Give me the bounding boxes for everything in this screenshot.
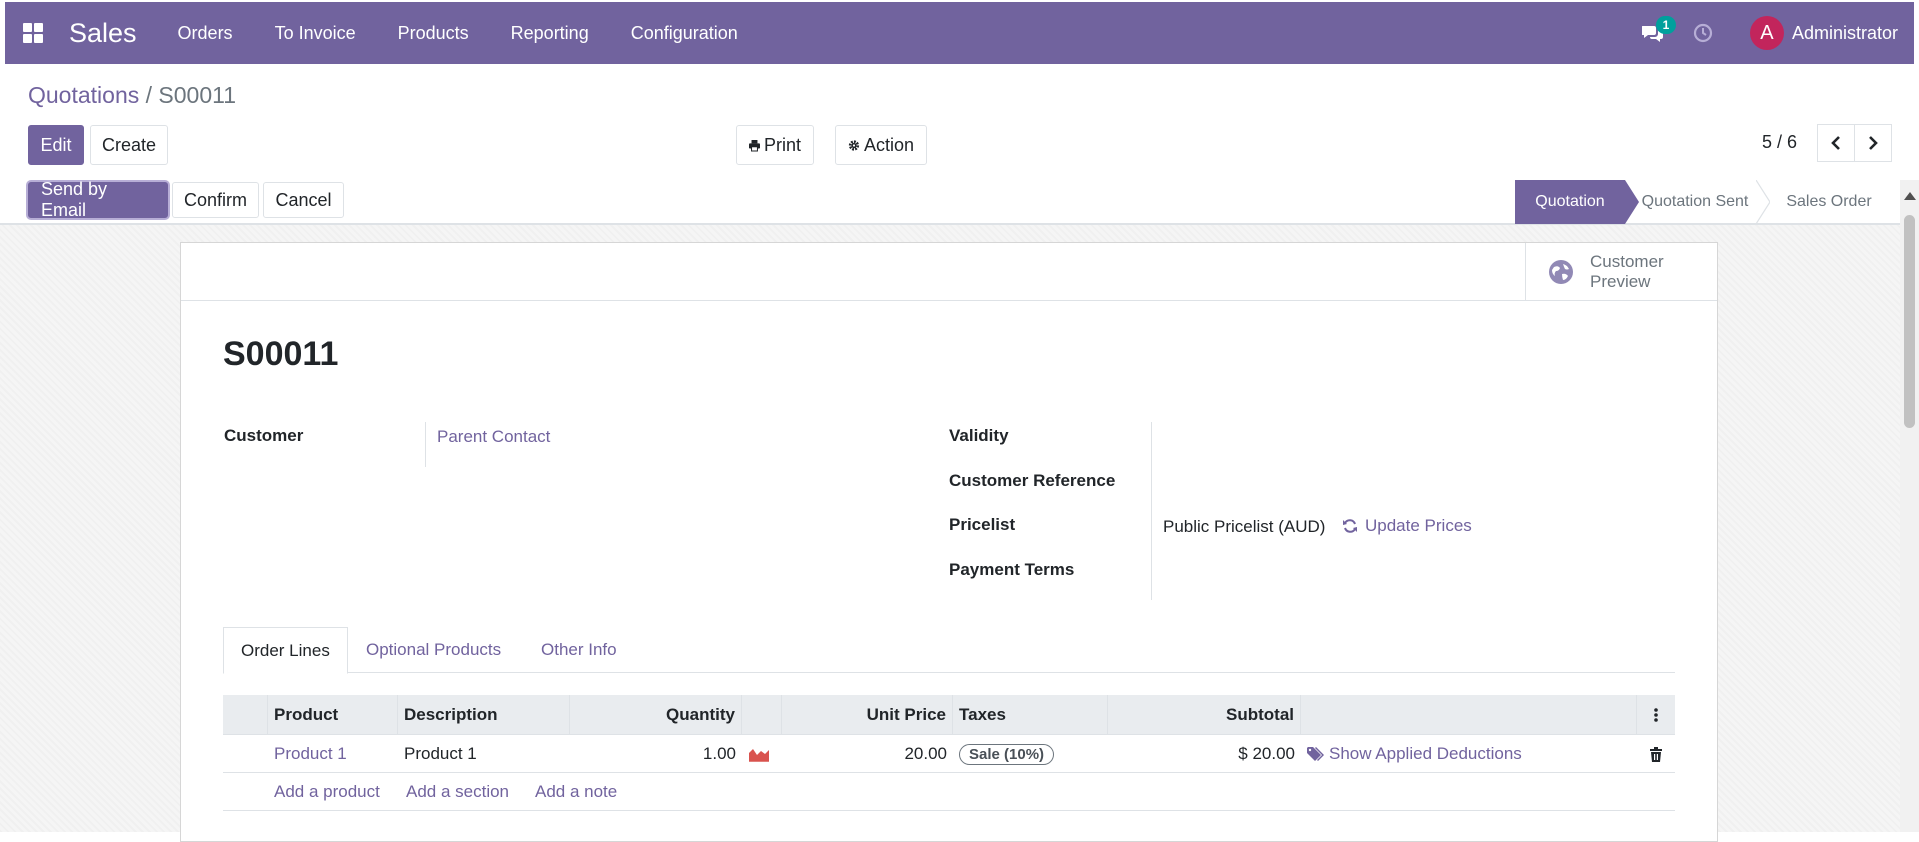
status-bar: Send by Email Confirm Cancel Quotation Q… [0, 179, 1900, 224]
user-menu[interactable]: A Administrator [1749, 16, 1898, 50]
field-separator [1151, 422, 1152, 600]
vertical-dots-icon [1654, 708, 1658, 722]
stage-quotation-sent[interactable]: Quotation Sent [1640, 180, 1750, 224]
tax-tag: Sale (10%) [959, 743, 1055, 765]
forecast-column-header [742, 695, 782, 735]
update-prices-label: Update Prices [1365, 516, 1472, 535]
field-separator [425, 422, 426, 467]
delete-line-button[interactable] [1637, 735, 1675, 773]
pager-previous-button[interactable] [1817, 124, 1855, 162]
column-quantity[interactable]: Quantity [570, 695, 742, 735]
menu-configuration[interactable]: Configuration [610, 2, 759, 64]
update-prices-button[interactable]: Update Prices [1342, 516, 1472, 536]
print-icon [749, 139, 760, 151]
customer-preview-line1: Customer [1590, 252, 1664, 271]
tab-order-lines[interactable]: Order Lines [223, 627, 348, 674]
table-row[interactable]: Product 1 Product 1 1.00 20.00 Sale (10%… [223, 735, 1675, 773]
customer-reference-label: Customer Reference [949, 471, 1116, 490]
record-title: S00011 [223, 335, 339, 373]
app-name[interactable]: Sales [69, 18, 137, 49]
breadcrumb-current: S00011 [158, 82, 237, 108]
column-taxes[interactable]: Taxes [953, 695, 1108, 735]
line-quantity[interactable]: 1.00 [570, 735, 742, 773]
globe-icon [1549, 260, 1573, 284]
button-box: Customer Preview [181, 243, 1717, 301]
confirm-button[interactable]: Confirm [172, 182, 259, 218]
customer-preview-button[interactable]: Customer Preview [1525, 243, 1717, 301]
line-product[interactable]: Product 1 [268, 735, 398, 773]
chevron-right-icon [1869, 136, 1878, 150]
stage-quotation[interactable]: Quotation [1515, 180, 1625, 224]
cancel-button[interactable]: Cancel [263, 182, 344, 218]
line-unit-price[interactable]: 20.00 [782, 735, 953, 773]
show-applied-deductions-button[interactable]: Show Applied Deductions [1301, 735, 1637, 773]
breadcrumb-separator: / [139, 82, 159, 108]
validity-label: Validity [949, 426, 1009, 445]
extra-column-header [1301, 695, 1637, 735]
print-button[interactable]: Print [736, 125, 814, 165]
tags-icon [1307, 746, 1324, 761]
activities-button[interactable] [1678, 2, 1728, 64]
stage-separator [1756, 180, 1770, 224]
clock-icon [1693, 23, 1713, 43]
forecast-chart-icon[interactable] [742, 735, 782, 773]
line-description[interactable]: Product 1 [398, 735, 570, 773]
handle-column-header [223, 695, 268, 735]
column-description[interactable]: Description [398, 695, 570, 735]
user-name: Administrator [1791, 22, 1898, 43]
send-by-email-button[interactable]: Send by Email [28, 179, 168, 220]
scroll-up-arrow-icon[interactable] [1904, 192, 1916, 200]
refresh-icon [1343, 519, 1357, 533]
breadcrumb-quotations[interactable]: Quotations [28, 82, 139, 108]
line-taxes[interactable]: Sale (10%) [953, 735, 1108, 773]
message-count-badge: 1 [1655, 16, 1676, 34]
stage-arrow-active [1625, 180, 1639, 224]
menu-reporting[interactable]: Reporting [490, 2, 610, 64]
tab-optional-products[interactable]: Optional Products [349, 627, 518, 673]
pager-value[interactable]: 5 / 6 [1762, 132, 1797, 153]
menu-orders[interactable]: Orders [157, 2, 254, 64]
notebook-tabs: Order Lines Optional Products Other Info [223, 627, 1675, 674]
table-header: Product Description Quantity Unit Price … [223, 695, 1675, 735]
customer-label: Customer [224, 426, 304, 445]
payment-terms-label: Payment Terms [949, 560, 1075, 579]
line-subtotal: $ 20.00 [1238, 744, 1295, 763]
stage-sales-order[interactable]: Sales Order [1770, 180, 1888, 224]
column-product[interactable]: Product [268, 695, 398, 735]
add-line-row: Add a product Add a section Add a note [223, 773, 1675, 811]
print-label: Print [763, 134, 801, 155]
add-note-link[interactable]: Add a note [529, 773, 623, 811]
column-subtotal[interactable]: Subtotal [1108, 695, 1301, 735]
add-product-link[interactable]: Add a product [268, 773, 386, 811]
trash-icon [1650, 746, 1662, 762]
add-section-link[interactable]: Add a section [400, 773, 515, 811]
edit-button[interactable]: Edit [28, 125, 84, 165]
messages-button[interactable]: 1 [1628, 2, 1678, 64]
pager-next-button[interactable] [1854, 124, 1892, 162]
optional-columns-button[interactable] [1637, 695, 1675, 735]
form-sheet: Customer Preview S00011 Customer Parent … [180, 242, 1718, 842]
breadcrumb: Quotations / S00011 [28, 82, 236, 109]
chevron-left-icon [1831, 136, 1840, 150]
pricelist-field[interactable]: Public Pricelist (AUD) [1163, 517, 1325, 537]
customer-field[interactable]: Parent Contact [437, 427, 550, 447]
menu-products[interactable]: Products [377, 2, 490, 64]
gear-icon [848, 139, 860, 151]
apps-menu-icon[interactable] [5, 2, 61, 64]
pricelist-label: Pricelist [949, 515, 1016, 534]
top-navbar: Sales Orders To Invoice Products Reporti… [5, 2, 1914, 64]
create-button[interactable]: Create [90, 125, 168, 165]
action-button[interactable]: Action [835, 125, 927, 165]
customer-preview-line2: Preview [1590, 272, 1651, 291]
avatar: A [1749, 16, 1784, 50]
show-applied-deductions-label: Show Applied Deductions [1329, 744, 1522, 763]
menu-to-invoice[interactable]: To Invoice [254, 2, 377, 64]
column-unit-price[interactable]: Unit Price [782, 695, 953, 735]
action-label: Action [863, 134, 914, 155]
scrollbar-thumb[interactable] [1904, 215, 1915, 428]
tab-other-info[interactable]: Other Info [524, 627, 634, 673]
